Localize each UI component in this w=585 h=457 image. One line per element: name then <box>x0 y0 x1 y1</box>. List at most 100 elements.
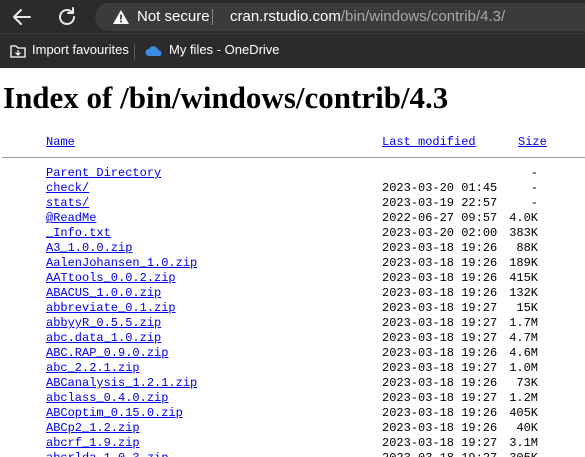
last-modified-cell: 2023-03-19 22:57 <box>382 196 498 210</box>
table-row: ABC.RAP_0.9.0.zip 2023-03-18 19:26 4.6M <box>0 346 585 361</box>
size-cell: 73K <box>516 376 538 390</box>
file-link[interactable]: AalenJohansen_1.0.zip <box>46 256 197 271</box>
file-link[interactable]: ABC.RAP_0.9.0.zip <box>46 346 168 361</box>
last-modified-cell: 2023-03-18 19:27 <box>382 436 498 450</box>
file-link[interactable]: check/ <box>46 181 89 196</box>
file-link[interactable]: ABCoptim_0.15.0.zip <box>46 406 183 421</box>
size-cell: 415K <box>509 271 538 285</box>
size-cell: 88K <box>516 241 538 255</box>
address-bar[interactable]: Not secure cran.rstudio.com/bin/windows/… <box>95 3 585 31</box>
size-cell: 15K <box>516 301 538 315</box>
size-cell: 405K <box>509 406 538 420</box>
file-link[interactable]: @ReadMe <box>46 211 96 226</box>
file-link[interactable]: ABACUS_1.0.0.zip <box>46 286 161 301</box>
url-host: cran.rstudio.com <box>230 8 341 25</box>
file-link[interactable]: abcrlda_1.0.3.zip <box>46 451 168 457</box>
last-modified-cell: 2023-03-18 19:27 <box>382 391 498 405</box>
last-modified-cell: 2023-03-18 19:26 <box>382 346 498 360</box>
file-link[interactable]: ABCanalysis_1.2.1.zip <box>46 376 197 391</box>
table-row: abbreviate_0.1.zip 2023-03-18 19:27 15K <box>0 301 585 316</box>
file-link[interactable]: abclass_0.4.0.zip <box>46 391 168 406</box>
size-cell: 4.6M <box>509 346 538 360</box>
file-list: Parent Directory - check/2023-03-20 01:45 -… <box>0 166 585 457</box>
last-modified-cell: 2023-03-18 19:27 <box>382 301 498 315</box>
last-modified-cell: 2023-03-20 02:00 <box>382 226 498 240</box>
file-link[interactable]: ABCp2_1.2.zip <box>46 421 140 436</box>
table-row: ABCoptim_0.15.0.zip 2023-03-18 19:26 405K <box>0 406 585 421</box>
reload-icon <box>59 7 75 25</box>
file-link[interactable]: abc.data_1.0.zip <box>46 331 161 346</box>
cloud-icon <box>145 45 162 56</box>
last-modified-cell: 2023-03-18 19:26 <box>382 421 498 435</box>
url-path: /bin/windows/contrib/4.3/ <box>340 8 506 25</box>
onedrive-label: My files - OneDrive <box>169 42 280 57</box>
last-modified-cell: 2023-03-20 01:45 <box>382 181 498 195</box>
size-cell: 40K <box>516 421 538 435</box>
last-modified-cell: 2023-03-18 19:27 <box>382 331 498 345</box>
favourites-separator <box>134 44 135 60</box>
last-modified-cell: 2023-03-18 19:26 <box>382 406 498 420</box>
size-cell: - <box>530 166 538 180</box>
table-row: ABACUS_1.0.0.zip 2023-03-18 19:26 132K <box>0 286 585 301</box>
file-link[interactable]: abbreviate_0.1.zip <box>46 301 176 316</box>
file-link[interactable]: abcrf_1.9.zip <box>46 436 140 451</box>
file-link[interactable]: abc_2.2.1.zip <box>46 361 140 376</box>
table-row: abcrf_1.9.zip 2023-03-18 19:27 3.1M <box>0 436 585 451</box>
listing-header: Name Last modified Size <box>0 135 585 150</box>
table-row: Parent Directory - <box>0 166 585 181</box>
import-favourites-button[interactable]: Import favourites <box>10 42 129 58</box>
file-link[interactable]: abbyyR_0.5.5.zip <box>46 316 161 331</box>
table-row: A3_1.0.0.zip 2023-03-18 19:26 88K <box>0 241 585 256</box>
last-modified-cell: 2023-03-18 19:27 <box>382 451 497 457</box>
import-favourites-label: Import favourites <box>32 42 129 57</box>
size-cell: 132K <box>509 286 538 300</box>
size-cell: 1.0M <box>509 361 538 375</box>
table-row: AalenJohansen_1.0.zip 2023-03-18 19:26 189… <box>0 256 585 271</box>
reload-button[interactable] <box>55 5 79 29</box>
security-label[interactable]: Not secure <box>137 8 210 25</box>
size-cell: 4.0K <box>509 211 538 225</box>
size-cell: - <box>530 196 538 210</box>
last-modified-cell: 2023-03-18 19:26 <box>382 241 498 255</box>
back-button[interactable] <box>10 5 34 29</box>
last-modified-cell: 2023-03-18 19:26 <box>382 286 498 300</box>
last-modified-cell: 2022-06-27 09:57 <box>382 211 498 225</box>
sort-by-last-modified-link[interactable]: Last modified <box>382 135 476 150</box>
size-cell: 1.7M <box>509 316 538 330</box>
table-row: abcrlda_1.0.3.zip 2023-03-18 19:27 305K <box>0 451 585 457</box>
size-cell: 383K <box>509 226 538 240</box>
arrow-left-icon <box>13 9 31 25</box>
url-text[interactable]: cran.rstudio.com/bin/windows/contrib/4.3… <box>230 8 505 25</box>
table-row: ABCanalysis_1.2.1.zip 2023-03-18 19:26 73K <box>0 376 585 391</box>
table-row: abclass_0.4.0.zip 2023-03-18 19:27 1.2M <box>0 391 585 406</box>
file-link[interactable]: Parent Directory <box>46 166 161 181</box>
onedrive-favourite[interactable]: My files - OneDrive <box>145 42 280 57</box>
file-link[interactable]: stats/ <box>46 196 89 211</box>
table-row: ABCp2_1.2.zip 2023-03-18 19:26 40K <box>0 421 585 436</box>
table-row: @ReadMe 2022-06-27 09:57 4.0K <box>0 211 585 226</box>
last-modified-cell: 2023-03-18 19:26 <box>382 376 498 390</box>
last-modified-cell: 2023-03-18 19:27 <box>382 316 498 330</box>
size-cell: 3.1M <box>509 436 538 450</box>
page-content: Index of /bin/windows/contrib/4.3 Name L… <box>0 68 585 457</box>
table-row: check/2023-03-20 01:45 - <box>0 181 585 196</box>
table-row: _Info.txt 2023-03-20 02:00 383K <box>0 226 585 241</box>
table-row: abbyyR_0.5.5.zip 2023-03-18 19:27 1.7M <box>0 316 585 331</box>
size-cell: 4.7M <box>509 331 538 345</box>
table-row: abc_2.2.1.zip 2023-03-18 19:27 1.0M <box>0 361 585 376</box>
warning-icon[interactable] <box>112 9 130 25</box>
table-row: stats/2023-03-19 22:57 - <box>0 196 585 211</box>
last-modified-cell: 2023-03-18 19:26 <box>382 256 498 270</box>
header-row: Name Last modified Size <box>0 135 585 150</box>
sort-by-size-link[interactable]: Size <box>518 135 547 150</box>
size-cell: 305K <box>509 451 538 457</box>
page-title: Index of /bin/windows/contrib/4.3 <box>3 80 449 115</box>
last-modified-cell: 2023-03-18 19:26 <box>382 271 498 285</box>
file-link[interactable]: _Info.txt <box>46 226 111 241</box>
file-link[interactable]: A3_1.0.0.zip <box>46 241 132 256</box>
file-link[interactable]: AATtools_0.0.2.zip <box>46 271 176 286</box>
table-row: AATtools_0.0.2.zip 2023-03-18 19:26 415K <box>0 271 585 286</box>
favourites-bar: Import favourites My files - OneDrive <box>0 33 585 68</box>
sort-by-name-link[interactable]: Name <box>46 135 75 150</box>
size-cell: - <box>530 181 538 195</box>
